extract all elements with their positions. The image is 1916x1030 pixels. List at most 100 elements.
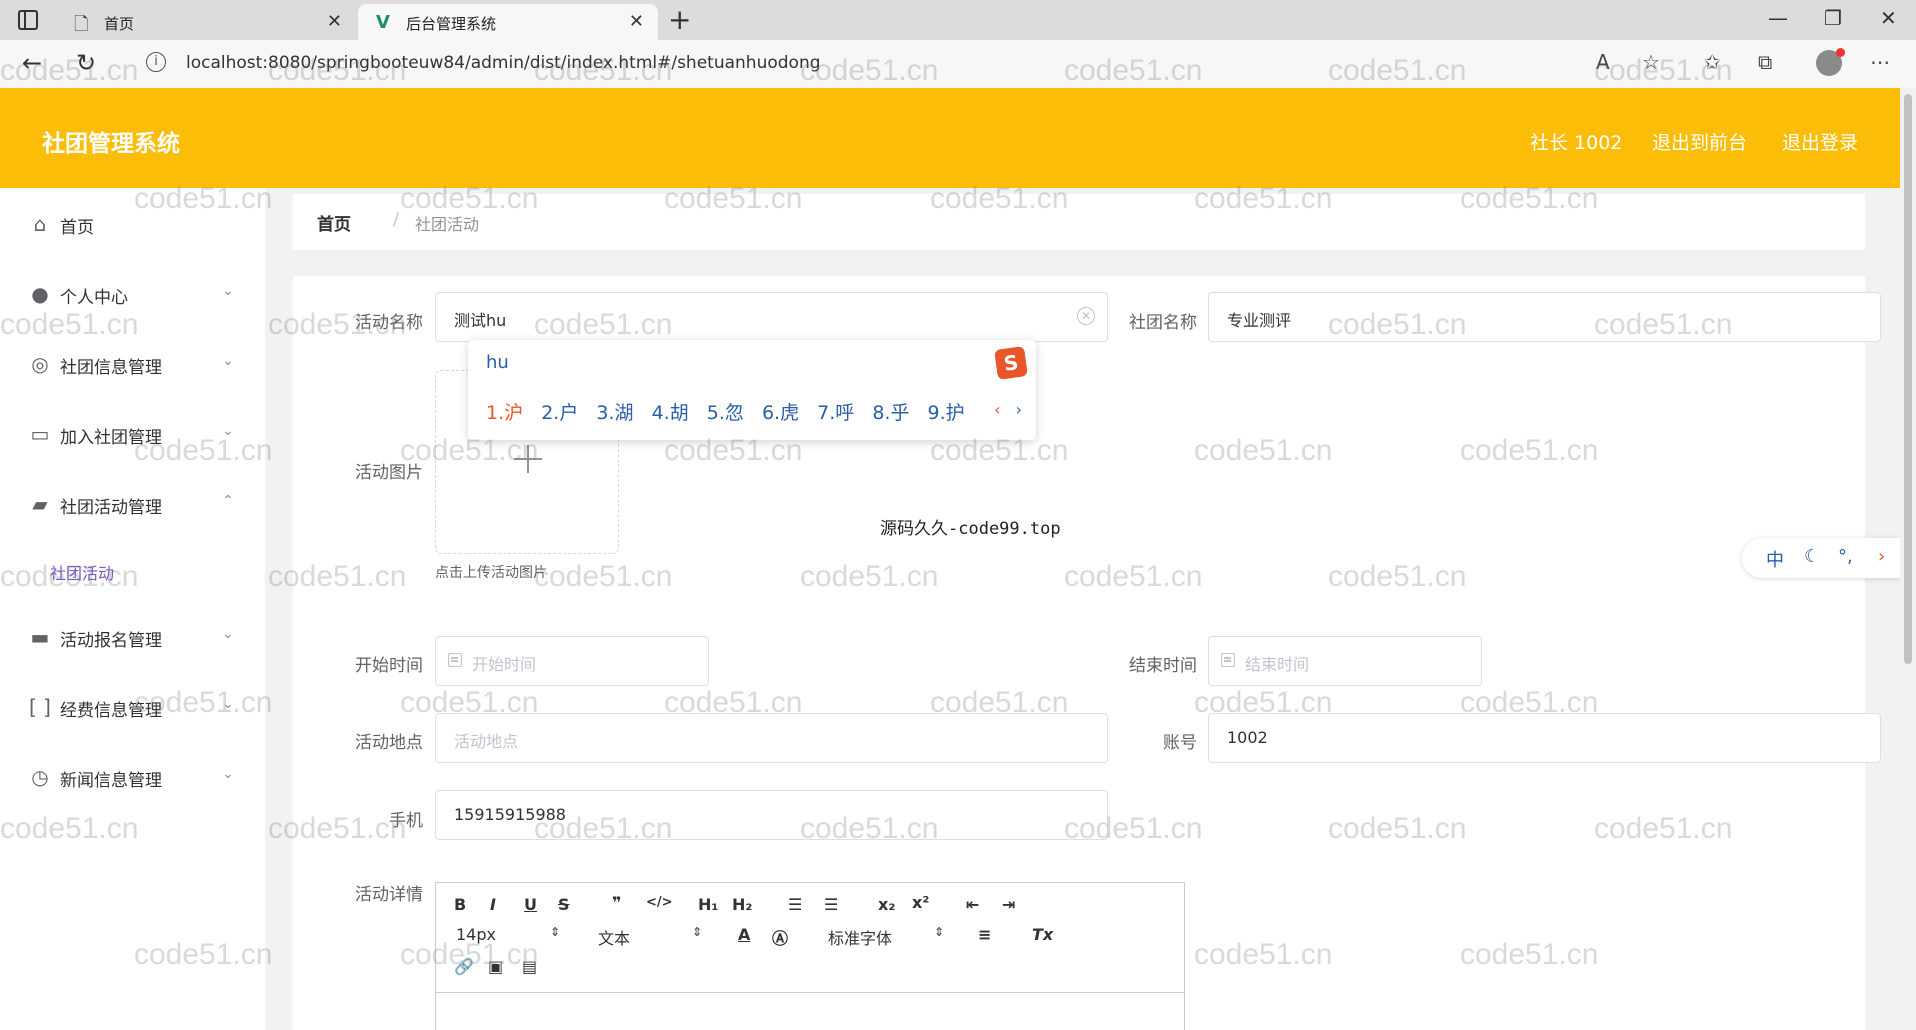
account-value: 1002	[1227, 728, 1268, 747]
heading2-icon[interactable]: H₂	[732, 895, 752, 914]
chevron-right-icon[interactable]: ›	[1016, 400, 1022, 419]
font-family-select[interactable]: 标准字体	[828, 925, 892, 949]
club-name-input[interactable]: 专业测评	[1208, 292, 1881, 342]
profile-avatar[interactable]	[1816, 48, 1845, 76]
select-arrow-icon: ⇕	[550, 925, 561, 939]
link-icon[interactable]: 🔗	[454, 957, 474, 976]
logout-link[interactable]: 退出登录	[1782, 128, 1858, 155]
ime-candidate[interactable]: 1.沪	[486, 402, 523, 424]
window-close-icon[interactable]: ✕	[1880, 6, 1897, 30]
ticket-icon: ▰	[32, 492, 48, 516]
heading1-icon[interactable]: H₁	[698, 895, 718, 914]
ime-candidate[interactable]: 6.虎	[762, 402, 799, 424]
subscript-icon[interactable]: x₂	[878, 895, 895, 914]
video-icon[interactable]: ▤	[522, 957, 537, 976]
browser-tab-bar: 🗋 首页 ✕ V 后台管理系统 ✕ + — ❐ ✕	[0, 0, 1916, 40]
ime-candidate[interactable]: 8.乎	[872, 402, 909, 424]
sidebar-item-personal[interactable]: ● 个人中心 ⌄	[0, 274, 265, 314]
start-time-picker[interactable]: 开始时间	[435, 636, 709, 686]
ordered-list-icon[interactable]: ☰	[788, 895, 802, 914]
superscript-icon[interactable]: x²	[912, 893, 929, 912]
close-icon[interactable]: ✕	[327, 11, 342, 32]
collections-icon[interactable]: ⧉	[1758, 50, 1772, 74]
ime-status-bar: 中 ☾ °, ›	[1742, 538, 1902, 578]
ime-candidate[interactable]: 3.湖	[596, 402, 633, 424]
activity-name-input[interactable]: 测试hu ✕	[435, 292, 1108, 342]
favorite-add-icon[interactable]: ☆	[1642, 50, 1660, 74]
sidebar-item-club-info[interactable]: ◎ 社团信息管理 ⌄	[0, 344, 265, 384]
new-tab-button[interactable]: +	[668, 4, 691, 36]
ime-candidate[interactable]: 5.忽	[707, 402, 744, 424]
punctuation-icon[interactable]: °,	[1838, 546, 1853, 567]
browser-tab-admin[interactable]: V 后台管理系统 ✕	[358, 4, 658, 40]
scrollbar-thumb[interactable]	[1904, 94, 1912, 664]
favorites-icon[interactable]: ✩	[1704, 50, 1721, 74]
block-type-select[interactable]: 文本	[598, 925, 630, 949]
info-icon[interactable]: i	[146, 52, 166, 72]
sidebar-item-funds[interactable]: [ ] 经费信息管理 ⌄	[0, 687, 265, 727]
page-icon: 🗋	[74, 14, 89, 35]
strike-icon[interactable]: S	[558, 895, 570, 914]
image-icon[interactable]: ▣	[488, 957, 503, 976]
reload-icon[interactable]: ↻	[76, 48, 96, 78]
account-input[interactable]: 1002	[1208, 713, 1881, 763]
font-color-icon[interactable]: A	[738, 925, 750, 944]
phone-input[interactable]: 15915915988	[435, 790, 1108, 840]
end-time-picker[interactable]: 结束时间	[1208, 636, 1482, 686]
background-color-icon[interactable]: Ⓐ	[772, 925, 788, 949]
current-user: 社长 1002	[1530, 132, 1623, 154]
breadcrumb-home[interactable]: 首页	[317, 210, 351, 235]
ime-candidates: 1.沪 2.户 3.湖 4.胡 5.忽 6.虎 7.呼 8.乎 9.护	[486, 398, 977, 425]
ime-candidate[interactable]: 9.护	[928, 402, 965, 424]
browser-tab-home[interactable]: 🗋 首页 ✕	[56, 4, 356, 40]
ime-candidate[interactable]: 4.胡	[652, 402, 689, 424]
user-icon: ●	[31, 282, 49, 306]
chevron-left-icon[interactable]: ‹	[994, 400, 1000, 419]
rich-text-editor[interactable]: B I U S ❞ </> H₁ H₂ ☰ ☰ x₂ x² ⇤ ⇥ 14px ⇕…	[435, 882, 1185, 1030]
exit-to-front-link[interactable]: 退出到前台	[1652, 128, 1747, 155]
more-icon[interactable]: ⋯	[1870, 50, 1890, 74]
back-icon[interactable]: ←	[22, 48, 42, 78]
sidebar-item-club-activity[interactable]: ▰ 社团活动管理 ⌃	[0, 484, 265, 524]
ime-candidate[interactable]: 7.呼	[817, 402, 854, 424]
code-icon[interactable]: </>	[646, 895, 673, 910]
ime-mode-label[interactable]: 中	[1766, 546, 1784, 572]
plus-icon	[514, 445, 542, 473]
clear-format-icon[interactable]: Tx	[1032, 925, 1053, 944]
tab-title: 后台管理系统	[406, 15, 497, 33]
close-icon[interactable]: ✕	[629, 11, 644, 32]
place-input[interactable]: 活动地点	[435, 713, 1108, 763]
sidebar-item-join-club[interactable]: ▭ 加入社团管理 ⌄	[0, 414, 265, 454]
font-size-select[interactable]: 14px	[456, 925, 496, 944]
minimize-icon[interactable]: —	[1768, 6, 1788, 30]
page-scrollbar[interactable]	[1900, 88, 1916, 1030]
chevron-down-icon: ⌄	[222, 283, 234, 299]
app-header: 社团管理系统 社长 1002 退出到前台 退出登录	[0, 88, 1900, 188]
bullet-list-icon[interactable]: ☰	[824, 895, 838, 914]
align-icon[interactable]: ≡	[978, 925, 991, 944]
tab-actions-icon[interactable]	[18, 10, 38, 30]
italic-icon[interactable]: I	[490, 895, 496, 914]
chevron-down-icon: ⌄	[222, 423, 234, 439]
sidebar-item-label: 个人中心	[60, 288, 128, 308]
indent-icon[interactable]: ⇥	[1002, 895, 1015, 914]
sidebar-item-label: 活动报名管理	[60, 631, 162, 651]
sidebar-item-signup[interactable]: ▬ 活动报名管理 ⌄	[0, 617, 265, 657]
sidebar-item-news[interactable]: ◷ 新闻信息管理 ⌄	[0, 757, 265, 797]
moon-icon[interactable]: ☾	[1804, 546, 1820, 567]
sidebar-item-home[interactable]: ⌂ 首页	[0, 204, 265, 244]
url-text: localhost:8080/springbooteuw84/admin/dis…	[186, 53, 821, 73]
underline-icon[interactable]: U	[524, 895, 537, 914]
address-bar-row: ← ↻ i localhost:8080/springbooteuw84/adm…	[0, 40, 1916, 88]
quote-icon[interactable]: ❞	[612, 893, 621, 912]
url-field[interactable]: i localhost:8080/springbooteuw84/admin/d…	[130, 46, 1670, 82]
sidebar-item-label: 加入社团管理	[60, 428, 162, 448]
read-aloud-icon[interactable]: A	[1596, 50, 1610, 74]
outdent-icon[interactable]: ⇤	[966, 895, 979, 914]
maximize-icon[interactable]: ❐	[1824, 6, 1842, 30]
chevron-right-icon[interactable]: ›	[1878, 546, 1885, 567]
ime-candidate[interactable]: 2.户	[541, 402, 578, 424]
bold-icon[interactable]: B	[454, 895, 466, 914]
chevron-down-icon: ⌄	[222, 696, 234, 712]
sidebar-subitem-club-activity[interactable]: 社团活动	[50, 560, 114, 584]
